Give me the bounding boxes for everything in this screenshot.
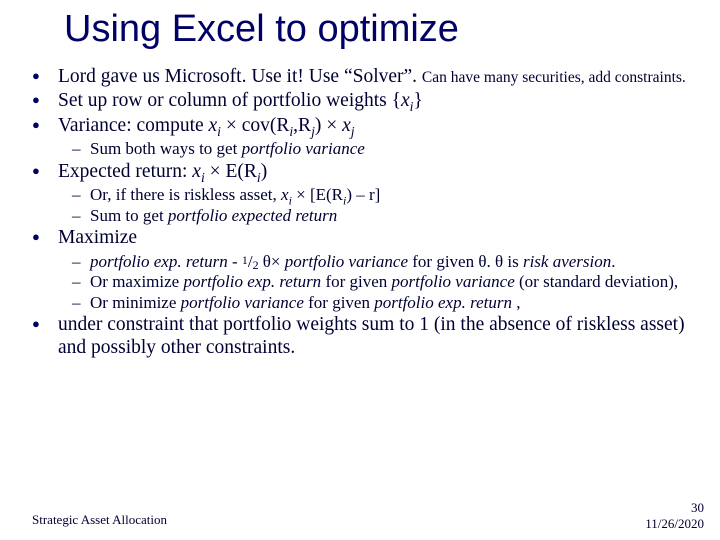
bullet-5-sub-2: Or maximize portfolio exp. return for gi…: [68, 272, 695, 292]
bullet-6: under constraint that portfolio weights …: [30, 314, 695, 359]
footer-right: 30 11/26/2020: [645, 500, 704, 532]
bullet-3-sub: Sum both ways to get portfolio variance: [68, 139, 695, 159]
b3s-a: Sum both ways to get: [90, 139, 242, 158]
bullet-5: Maximize portfolio exp. return - 1/2 θ× …: [30, 227, 695, 312]
bullet-4-sub: Or, if there is riskless asset, xi × [E(…: [68, 185, 695, 225]
b5s1-b: -: [228, 252, 242, 271]
b3-mid: × cov(R: [221, 115, 289, 136]
footer-left: Strategic Asset Allocation: [32, 512, 167, 528]
bullet-list: Lord gave us Microsoft. Use it! Use “Sol…: [30, 66, 695, 359]
b5s1-d: portfolio variance: [285, 252, 408, 271]
b4s2-em: portfolio expected return: [168, 206, 337, 225]
bullet-5-sub-3: Or minimize portfolio variance for given…: [68, 293, 695, 313]
bullet-1-small: Can have many securities, add constraint…: [422, 69, 686, 86]
b5s3-a: Or minimize: [90, 293, 181, 312]
bullet-4: Expected return: xi × E(Ri) Or, if there…: [30, 161, 695, 226]
b3-a: Variance: compute: [58, 115, 209, 136]
b4-mid: × E(R: [205, 161, 257, 182]
b3-x1: x: [209, 115, 218, 136]
b5s3-b: portfolio variance: [181, 293, 304, 312]
b4-close: ): [261, 161, 268, 182]
slide-body: Lord gave us Microsoft. Use it! Use “Sol…: [30, 66, 695, 361]
b5s2-a: Or maximize: [90, 272, 183, 291]
b5-text: Maximize: [58, 227, 137, 248]
b5s1-c: θ×: [259, 252, 285, 271]
slide-number: 30: [691, 500, 704, 515]
b4s1-mid: × [E(R: [292, 185, 343, 204]
bullet-2-a: Set up row or column of portfolio weight…: [58, 90, 401, 111]
b4s2-a: Sum to get: [90, 206, 168, 225]
b3-x2: x: [342, 115, 351, 136]
bullet-3: Variance: compute xi × cov(Ri,Rj) × xj S…: [30, 115, 695, 159]
b4s1-x: x: [281, 185, 289, 204]
bullet-2-b: }: [413, 90, 422, 111]
slide: Using Excel to optimize Lord gave us Mic…: [0, 0, 720, 540]
bullet-2: Set up row or column of portfolio weight…: [30, 90, 695, 112]
b5s3-e: ,: [512, 293, 521, 312]
b5s1-f: risk aversion: [523, 252, 611, 271]
b5s2-b: portfolio exp. return: [183, 272, 321, 291]
bullet-1: Lord gave us Microsoft. Use it! Use “Sol…: [30, 66, 695, 88]
slide-title: Using Excel to optimize: [64, 8, 459, 51]
footer-date: 11/26/2020: [645, 516, 704, 531]
b3-j2: j: [351, 124, 355, 139]
bullet-4-sub-2: Sum to get portfolio expected return: [68, 206, 695, 226]
b5s2-d: portfolio variance: [392, 272, 515, 291]
bullet-3-sub-1: Sum both ways to get portfolio variance: [68, 139, 695, 159]
b4s1-close: ) – r]: [346, 185, 380, 204]
b4s1-a: Or, if there is riskless asset,: [90, 185, 281, 204]
b5s3-d: portfolio exp. return: [374, 293, 512, 312]
b3-close: ) ×: [315, 115, 342, 136]
b5s3-c: for given: [304, 293, 374, 312]
b4-a: Expected return:: [58, 161, 192, 182]
bullet-5-sub: portfolio exp. return - 1/2 θ× portfolio…: [68, 252, 695, 313]
b6-text: under constraint that portfolio weights …: [58, 314, 685, 357]
bullet-5-sub-1: portfolio exp. return - 1/2 θ× portfolio…: [68, 252, 695, 272]
b3-comma: ,R: [293, 115, 311, 136]
bullet-1-text: Lord gave us Microsoft. Use it! Use “Sol…: [58, 66, 422, 87]
b3s-em: portfolio variance: [242, 139, 365, 158]
b5s2-c: for given: [321, 272, 391, 291]
b5s1-g: .: [611, 252, 615, 271]
bullet-2-x: x: [401, 90, 410, 111]
b5s1-a: portfolio exp. return: [90, 252, 228, 271]
bullet-4-sub-1: Or, if there is riskless asset, xi × [E(…: [68, 185, 695, 205]
b5s1-e: for given θ. θ is: [408, 252, 523, 271]
b5s2-e: (or standard deviation),: [515, 272, 678, 291]
b4-x: x: [192, 161, 201, 182]
